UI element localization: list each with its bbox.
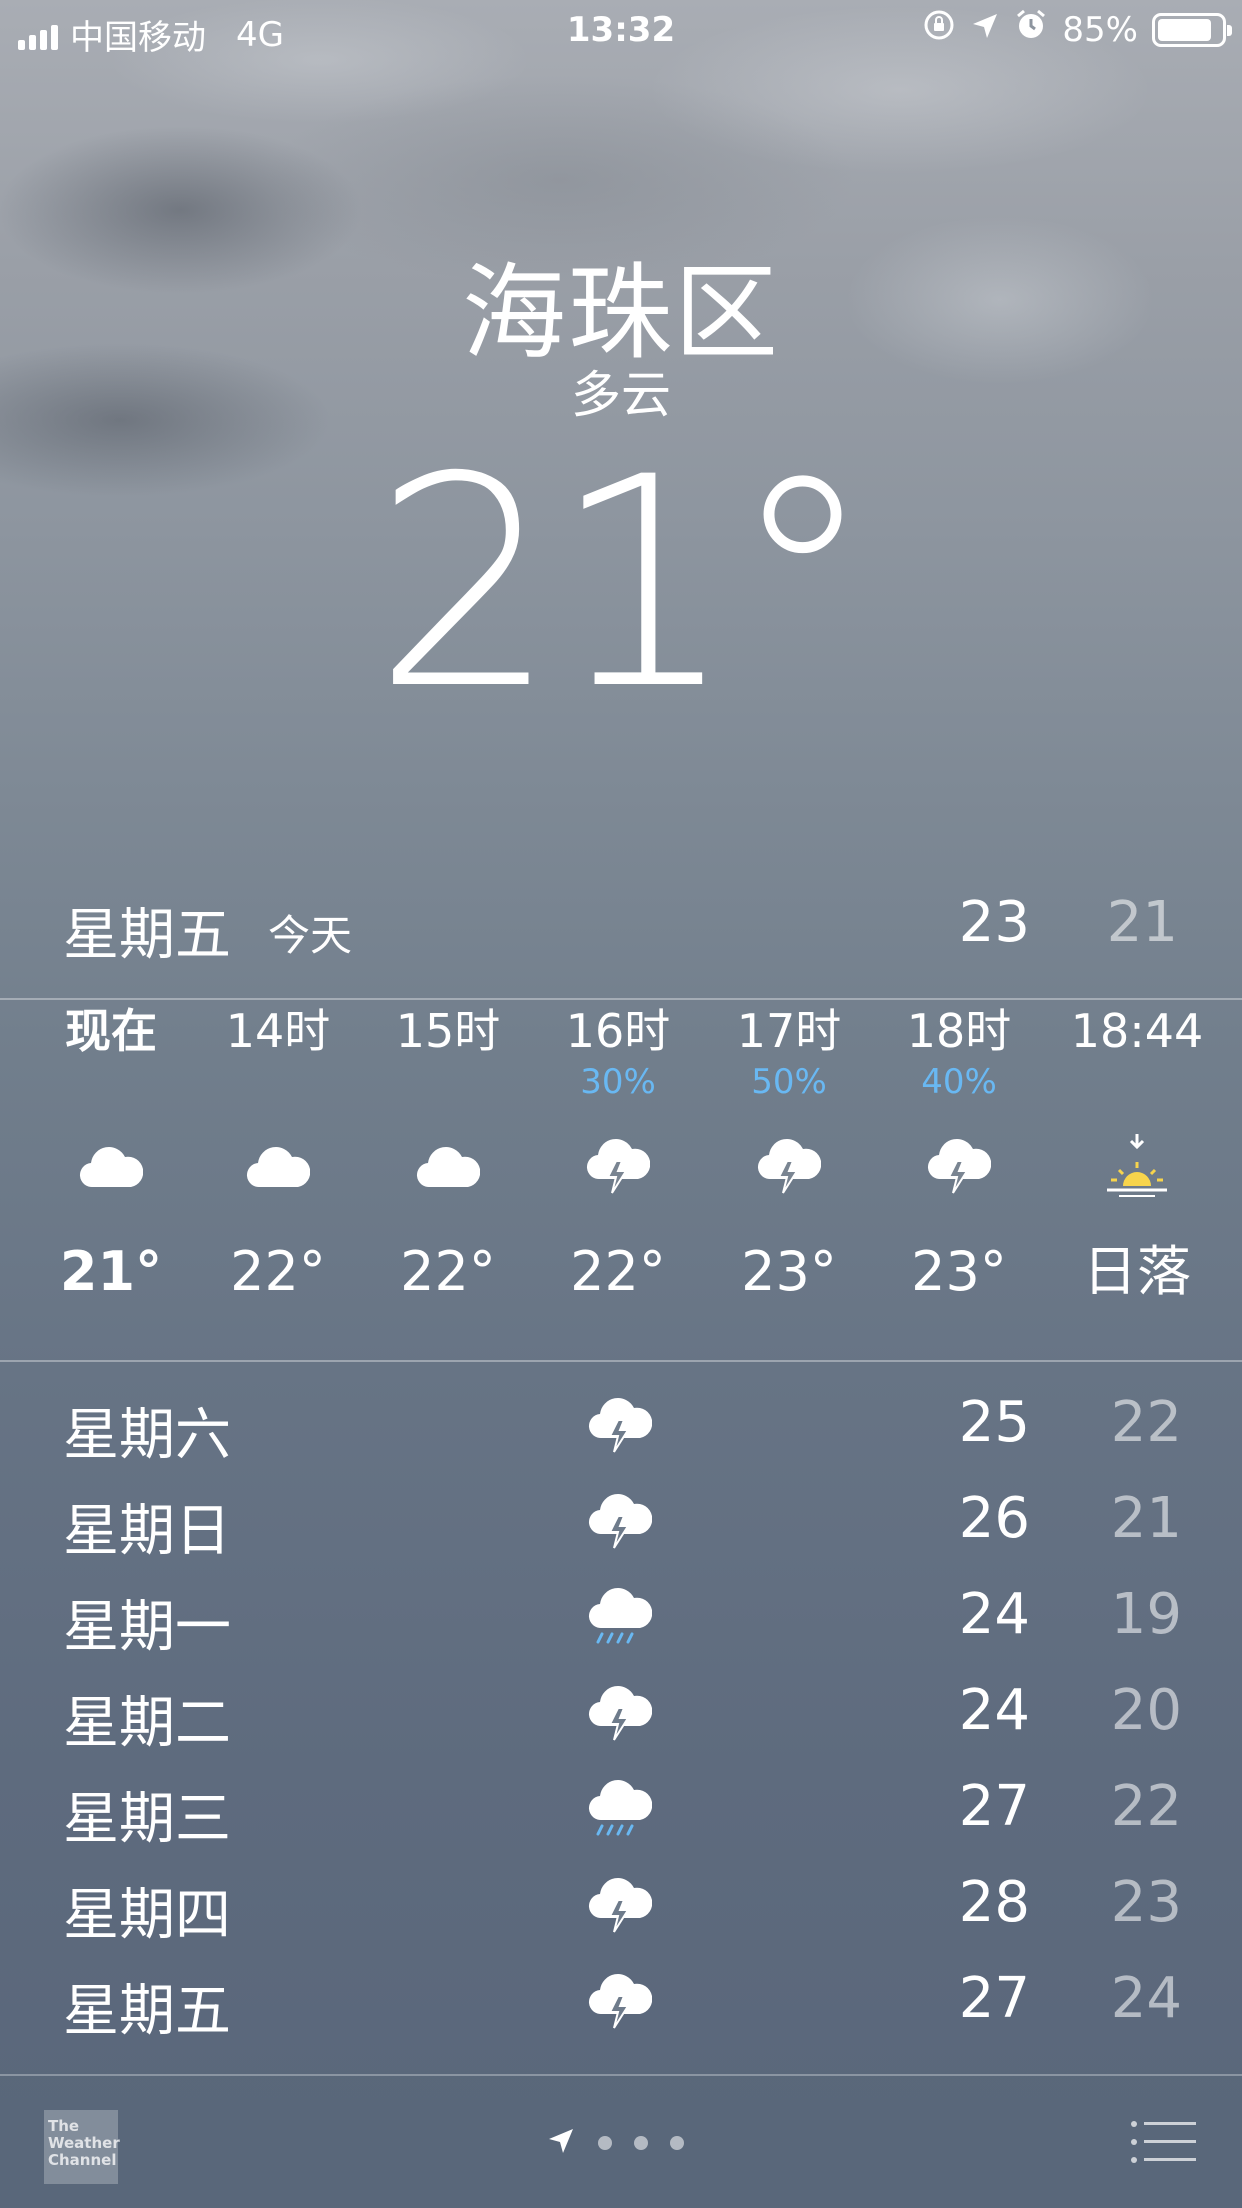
hour-precipitation [193,1062,363,1102]
city-list-button[interactable] [1130,2120,1196,2164]
hour-label: 17时 [736,1004,842,1058]
cloud-icon [363,1102,533,1232]
divider [0,1360,1242,1362]
hour-label: 14时 [225,1004,331,1058]
list-icon [1131,2121,1196,2163]
cloud-icon [26,1102,196,1232]
hour-item: 16时 30% 22° [533,1000,703,1312]
battery-level [1158,18,1211,41]
list-item: 星期二 24 20 [0,1670,1242,1766]
today-label: 今天 [268,911,353,960]
hour-item: 现在 21° [26,1000,196,1312]
today-high: 23 [958,890,1030,955]
day-low: 22 [1110,1390,1182,1455]
thunderstorm-icon [584,1674,656,1754]
hour-label: 18时 [906,1004,1012,1058]
hour-item: 15时 22° [363,1000,533,1312]
thunderstorm-icon [874,1102,1044,1232]
day-name: 星期日 [63,1499,231,1564]
thunderstorm-icon [584,1866,656,1946]
thunderstorm-icon [584,1386,656,1466]
hour-item: 14时 22° [193,1000,363,1312]
hour-precipitation: 40% [921,1062,997,1102]
hourly-forecast[interactable]: 现在 21° 14时 22° 15时 22° 16时 30% 22° 17时 5… [0,1000,1242,1360]
hour-temperature: 22° [230,1240,326,1303]
day-high: 24 [958,1678,1030,1743]
today-summary: 星期五 今天 23 21 [0,890,1242,970]
hour-label: 15时 [395,1004,501,1058]
hour-item: 18时 40% 23° [874,1000,1044,1312]
page-dot [634,2136,648,2150]
page-dot [670,2136,684,2150]
day-low: 23 [1110,1870,1182,1935]
hour-precipitation [363,1062,533,1102]
day-high: 27 [958,1966,1030,2031]
status-bar: 中国移动 4G 13:32 85% [0,0,1242,62]
rain-icon [584,1770,656,1850]
location-arrow-icon [546,2126,576,2160]
list-item: 星期一 24 19 [0,1574,1242,1670]
day-low: 20 [1110,1678,1182,1743]
hour-precipitation [26,1062,196,1102]
list-item: 星期四 28 23 [0,1862,1242,1958]
day-low: 24 [1110,1966,1182,2031]
day-name: 星期一 [63,1595,231,1660]
logo-text: Weather [48,2134,120,2152]
day-name: 星期二 [63,1691,231,1756]
hour-temperature: 23° [741,1240,837,1303]
hour-precipitation: 50% [751,1062,827,1102]
list-item: 星期日 26 21 [0,1478,1242,1574]
thunderstorm-icon [704,1102,874,1232]
today-day-name: 星期五 [63,903,231,968]
logo-text: The [48,2117,80,2135]
page-dot [598,2136,612,2150]
day-name: 星期五 [63,1979,231,2044]
hour-temperature: 22° [570,1240,666,1303]
hour-label: 16时 [565,1004,671,1058]
today-low: 21 [1106,890,1178,955]
day-high: 26 [958,1486,1030,1551]
hour-temperature: 21° [59,1240,163,1303]
hour-temperature: 日落 [1083,1240,1191,1303]
day-high: 25 [958,1390,1030,1455]
rain-icon [584,1578,656,1658]
hour-item: 17时 50% 23° [704,1000,874,1312]
bottom-toolbar: The Weather Channel [0,2074,1242,2208]
current-temperature: 21° [372,416,875,753]
day-low: 22 [1110,1774,1182,1839]
day-low: 19 [1110,1582,1182,1647]
hour-precipitation: 30% [580,1062,656,1102]
day-high: 27 [958,1774,1030,1839]
hour-temperature: 23° [911,1240,1007,1303]
location-arrow-icon [970,10,1000,50]
hour-temperature: 22° [400,1240,496,1303]
hour-item: 18:44 日落 [1052,1000,1222,1312]
cloud-icon [193,1102,363,1232]
hour-precipitation [1052,1062,1222,1102]
thunderstorm-icon [584,1962,656,2042]
day-name: 星期四 [63,1883,231,1948]
sunset-icon [1052,1102,1222,1232]
list-item: 星期六 25 22 [0,1382,1242,1478]
list-item: 星期五 27 24 [0,1958,1242,2054]
battery-icon [1152,12,1232,47]
weather-channel-logo[interactable]: The Weather Channel [44,2110,120,2184]
thunderstorm-icon [533,1102,703,1232]
orientation-lock-icon [922,8,956,51]
hour-label: 18:44 [1070,1004,1204,1058]
day-high: 28 [958,1870,1030,1935]
list-item: 星期三 27 22 [0,1766,1242,1862]
day-low: 21 [1110,1486,1182,1551]
alarm-icon [1014,8,1048,51]
page-indicator[interactable] [546,2126,684,2160]
day-name: 星期六 [63,1403,231,1468]
battery-percentage: 85% [1062,9,1138,50]
day-name: 星期三 [63,1787,231,1852]
thunderstorm-icon [584,1482,656,1562]
daily-forecast[interactable]: 星期六 25 22 星期日 26 21 星期一 24 19 星期二 24 20 … [0,1382,1242,2072]
day-high: 24 [958,1582,1030,1647]
logo-text: Channel [48,2151,117,2169]
hour-label: 现在 [65,1004,157,1058]
